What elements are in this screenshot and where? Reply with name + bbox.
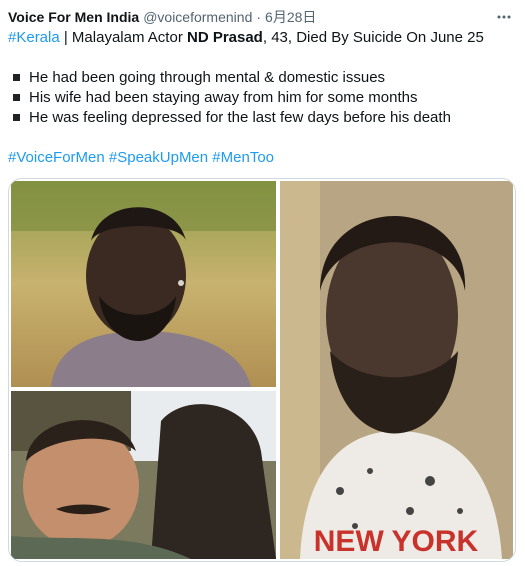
tweet-text: #Kerala | Malayalam Actor ND Prasad, 43,… [8,28,513,168]
photo-portrait[interactable]: NEW YORK [280,181,513,559]
bullet-text: He had been going through mental & domes… [29,69,386,86]
headline-text-a: | Malayalam Actor [59,29,187,46]
square-bullet-icon [13,93,20,101]
square-bullet-icon [13,73,20,81]
tweet-header: Voice For Men India @voiceformenind · 6月… [8,6,515,28]
bullet-item: His wife had been staying away from him … [8,88,513,108]
shirt-print-text: NEW YORK [314,525,479,558]
actor-name: ND Prasad [186,29,263,46]
bullet-item: He had been going through mental & domes… [8,68,513,88]
hashtag-voiceformen[interactable]: #VoiceForMen [8,149,105,166]
hashtag-speakupmen[interactable]: #SpeakUpMen [109,149,208,166]
photo-film-still-struggle[interactable] [11,391,276,559]
headline-text-b: , 43, Died By Suicide On June 25 [262,29,484,46]
bullet-text: He was feeling depressed for the last fe… [29,109,451,126]
bullet-item: He was feeling depressed for the last fe… [8,108,513,128]
tweet-card[interactable]: Voice For Men India @voiceformenind · 6月… [0,0,525,566]
headline: #Kerala | Malayalam Actor ND Prasad, 43,… [8,28,513,48]
display-name[interactable]: Voice For Men India [8,9,139,25]
media-grid: NEW YORK [8,178,516,562]
tweet-date[interactable]: 6月28日 [265,7,316,27]
separator-dot: · [256,9,262,25]
hashtags-line: #VoiceForMen #SpeakUpMen #MenToo [8,148,513,168]
hashtag-mentoo[interactable]: #MenToo [212,149,274,166]
bullet-text: His wife had been staying away from him … [29,89,418,106]
user-handle[interactable]: @voiceformenind [143,9,252,25]
square-bullet-icon [13,113,20,121]
more-horizontal-icon[interactable] [493,6,515,28]
hashtag-kerala[interactable]: #Kerala [8,29,60,46]
photo-film-still-field[interactable] [11,181,276,387]
